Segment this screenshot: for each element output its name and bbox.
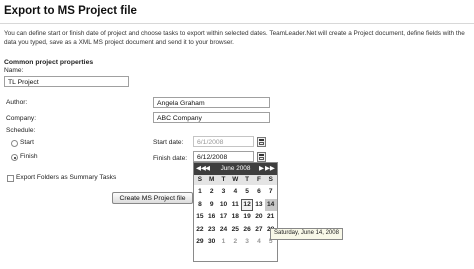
date-tooltip: Saturday, June 14, 2008 <box>270 228 343 240</box>
calendar-day[interactable]: 4 <box>253 236 265 249</box>
page-description: You can define start or finish date of p… <box>4 30 465 46</box>
weekday-label: S <box>197 176 203 183</box>
calendar-day[interactable]: 18 <box>229 211 241 224</box>
finish-calendar-icon[interactable] <box>257 152 266 162</box>
calendar-day[interactable]: 23 <box>206 224 218 237</box>
export-folders-label: Export Folders as Summary Tasks <box>16 174 117 181</box>
calendar-day[interactable]: 24 <box>218 224 230 237</box>
calendar-day[interactable]: 30 <box>206 236 218 249</box>
date-picker-popup: ◀◀ ◀ June 2008 ▶ ▶▶ S M T W T F S 123456… <box>193 162 278 262</box>
finish-radio[interactable] <box>11 154 18 161</box>
weekday-header: S M T W T F S <box>194 175 277 185</box>
calendar-day[interactable]: 25 <box>229 224 241 237</box>
calendar-day[interactable]: 29 <box>194 236 206 249</box>
calendar-day[interactable]: 22 <box>194 224 206 237</box>
calendar-day[interactable]: 20 <box>253 211 265 224</box>
export-folders-checkbox[interactable] <box>7 175 14 182</box>
weekday-label: F <box>256 176 261 183</box>
calendar-day[interactable]: 17 <box>218 211 230 224</box>
weekday-label: S <box>268 176 273 183</box>
calendar-day[interactable]: 14 <box>264 198 277 212</box>
finish-date-label: Finish date: <box>153 155 188 162</box>
calendar-day[interactable]: 27 <box>253 224 265 237</box>
start-date-label: Start date: <box>153 139 184 146</box>
next-year-button[interactable]: ▶▶ <box>265 163 275 175</box>
calendar-day[interactable]: 16 <box>206 211 218 224</box>
calendar-day[interactable]: 1 <box>194 186 206 199</box>
calendar-day[interactable]: 11 <box>229 199 241 212</box>
calendar-day[interactable]: 1 <box>218 236 230 249</box>
start-radio[interactable] <box>11 140 18 147</box>
calendar-day[interactable]: 10 <box>218 199 230 212</box>
calendar-day[interactable]: 15 <box>194 211 206 224</box>
finish-date-field[interactable]: 6/12/2008 <box>193 151 254 162</box>
calendar-day[interactable]: 12 <box>241 198 253 212</box>
calendar-day[interactable]: 3 <box>218 186 230 199</box>
start-date-field[interactable]: 6/1/2008 <box>193 136 254 147</box>
calendar-day[interactable]: 3 <box>241 236 253 249</box>
calendar-day[interactable]: 5 <box>241 186 253 199</box>
section-title: Common project properties <box>4 59 94 66</box>
next-month-button[interactable]: ▶ <box>259 163 264 175</box>
calendar-day[interactable]: 13 <box>253 199 265 212</box>
calendar-day[interactable]: 26 <box>241 224 253 237</box>
calendar-day[interactable]: 8 <box>194 199 206 212</box>
calendar-header: ◀◀ ◀ June 2008 ▶ ▶▶ <box>194 163 277 175</box>
start-radio-label: Start <box>20 139 34 146</box>
author-label: Author: <box>6 99 28 106</box>
weekday-label: T <box>245 176 250 183</box>
finish-radio-label: Finish <box>20 153 38 160</box>
company-field[interactable]: ABC Company <box>153 112 270 123</box>
calendar-day[interactable]: 19 <box>241 211 253 224</box>
calendar-day[interactable]: 6 <box>253 186 265 199</box>
create-ms-project-button[interactable]: Create MS Project file <box>112 192 193 204</box>
page-title: Export to MS Project file <box>4 5 137 17</box>
calendar-day[interactable]: 2 <box>229 236 241 249</box>
calendar-day[interactable]: 7 <box>265 186 277 199</box>
weekday-label: W <box>232 176 239 183</box>
weekday-label: T <box>221 176 226 183</box>
calendar-day[interactable]: 21 <box>265 211 277 224</box>
calendar-day[interactable]: 4 <box>229 186 241 199</box>
title-divider <box>0 23 474 24</box>
weekday-label: M <box>209 176 215 183</box>
calendar-day[interactable]: 2 <box>206 186 218 199</box>
author-field[interactable]: Angela Graham <box>153 97 270 108</box>
start-calendar-icon[interactable] <box>257 137 266 147</box>
name-label: Name: <box>4 67 24 74</box>
calendar-day[interactable]: 9 <box>206 199 218 212</box>
schedule-label: Schedule: <box>6 127 36 134</box>
name-field[interactable]: TL Project <box>4 76 129 87</box>
company-label: Company: <box>6 115 37 122</box>
